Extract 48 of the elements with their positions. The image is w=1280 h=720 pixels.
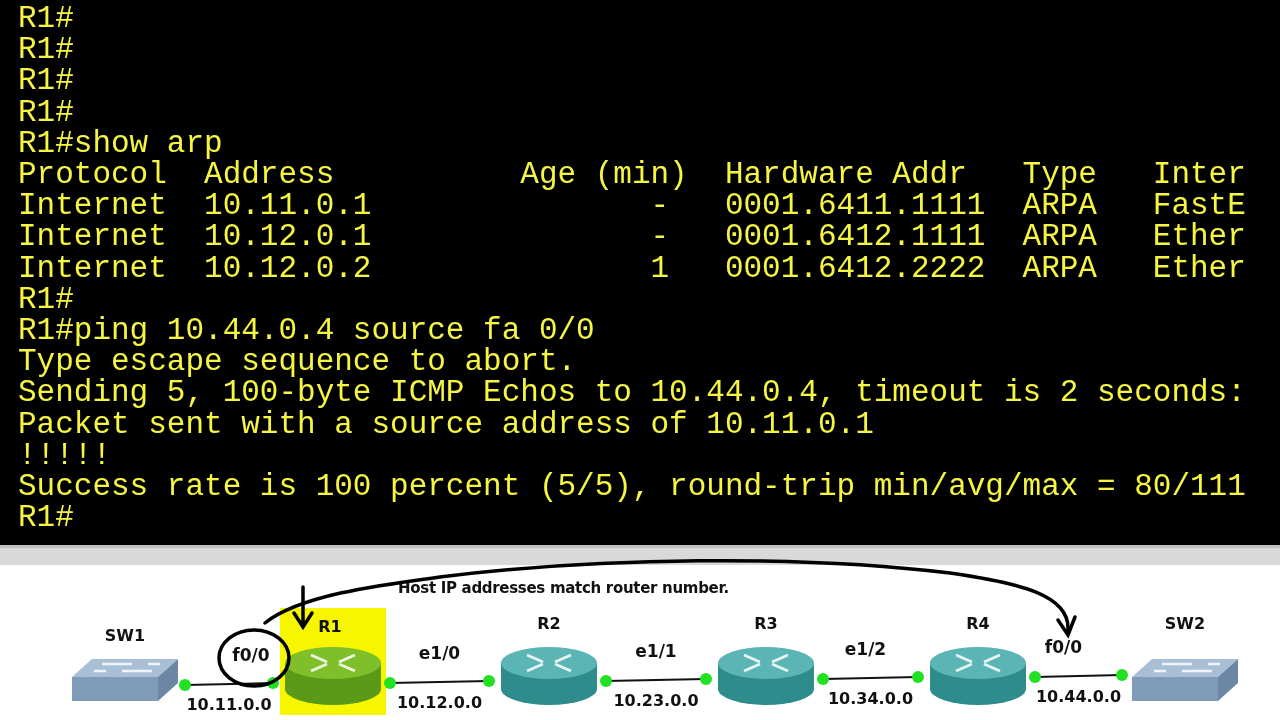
interface-label: e1/2: [844, 640, 887, 659]
port-dot: [700, 673, 712, 685]
terminal-line: Sending 5, 100-byte ICMP Echos to 10.44.0.4, timeout is 2 seconds:: [18, 377, 1246, 409]
terminal-line: Protocol Address Age (min) Hardware Addr Type Inter: [18, 159, 1246, 191]
terminal-line: R1#: [18, 3, 74, 35]
terminal-line: !!!!!: [18, 439, 111, 472]
network-label: 10.23.0.0: [613, 692, 699, 710]
router-icon: [716, 645, 816, 707]
router-icon: [499, 645, 599, 707]
router-icon: [283, 645, 383, 707]
terminal-line: R1#: [18, 96, 74, 128]
terminal-line: R1#ping 10.44.0.4 source fa 0/0: [18, 315, 595, 347]
node-label: R3: [754, 615, 778, 633]
terminal-line: R1#: [18, 502, 74, 534]
port-dot: [483, 675, 495, 687]
interface-label: e1/1: [635, 642, 677, 661]
router-icon: [928, 645, 1028, 707]
terminal-line: R1#: [18, 65, 74, 97]
node-label: R2: [537, 615, 561, 633]
terminal-line: Packet sent with a source address of 10.11.0.1: [18, 408, 874, 440]
node-label: SW2: [1164, 615, 1206, 633]
interface-label: e1/0: [418, 644, 461, 663]
interface-label: f0/0: [232, 646, 270, 665]
port-dot: [179, 679, 191, 691]
terminal-line: R1#: [18, 34, 74, 66]
network-label: 10.34.0.0: [828, 690, 913, 708]
terminal-line: Internet 10.11.0.1 - 0001.6411.1111 ARPA FastE: [18, 190, 1246, 222]
node-label: R1: [318, 618, 342, 636]
node-label: R4: [966, 615, 990, 633]
terminal-line: Type escape sequence to abort.: [18, 346, 577, 378]
terminal-line: Internet 10.12.0.2 1 0001.6412.2222 ARPA Ether: [18, 252, 1246, 284]
port-dot: [600, 675, 612, 687]
terminal-line: Success rate is 100 percent (5/5), round-trip min/avg/max = 80/111: [18, 471, 1246, 503]
network-label: 10.44.0.0: [1036, 688, 1121, 706]
hand-drawn-down-arrow: [292, 585, 314, 631]
port-dot: [384, 677, 396, 689]
terminal-line: R1#: [18, 283, 74, 316]
node-label: SW1: [104, 627, 146, 645]
port-dot: [267, 677, 279, 689]
interface-label: f0/0: [1044, 638, 1083, 657]
port-dot: [817, 673, 829, 685]
network-label: 10.11.0.0: [186, 696, 272, 714]
terminal-line: Internet 10.12.0.1 - 0001.6412.1111 ARPA Ether: [18, 221, 1246, 253]
port-dot: [1029, 671, 1041, 683]
port-dot: [1116, 669, 1128, 681]
port-dot: [912, 671, 924, 683]
terminal-line: R1#show arp: [18, 127, 223, 159]
network-label: 10.12.0.0: [397, 694, 482, 712]
